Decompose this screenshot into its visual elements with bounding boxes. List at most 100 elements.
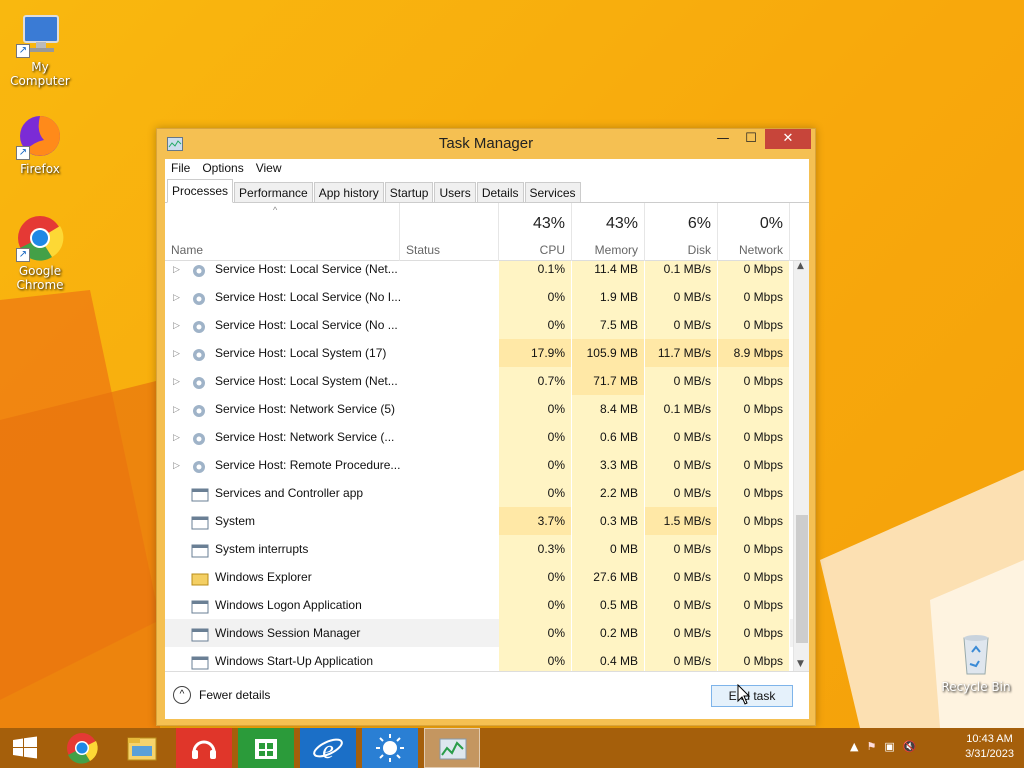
expand-chevron-icon[interactable]: ▷ bbox=[173, 423, 185, 451]
table-row[interactable]: ▷ Service Host: Local Service (No ... 0% 7.… bbox=[165, 311, 793, 339]
column-header-memory[interactable]: 43% Memory bbox=[572, 203, 645, 261]
computer-icon: ↗ bbox=[16, 10, 64, 58]
action-center-flag-icon[interactable]: ⚑ bbox=[866, 740, 876, 753]
table-row[interactable]: ▷ Service Host: Local System (17) 17.9% 105… bbox=[165, 339, 793, 367]
table-row[interactable]: Windows Logon Application 0% 0.5 MB 0 MB/s 0… bbox=[165, 591, 793, 619]
minimize-button[interactable]: — bbox=[713, 129, 733, 149]
menu-view[interactable]: View bbox=[250, 159, 288, 179]
gear-icon bbox=[191, 373, 209, 389]
process-name: Service Host: Network Service (5) bbox=[215, 402, 396, 416]
expand-chevron-icon[interactable]: ▷ bbox=[173, 311, 185, 339]
table-row[interactable]: System interrupts 0.3% 0 MB 0 MB/s 0 Mbps bbox=[165, 535, 793, 563]
table-row[interactable]: ▷ Service Host: Local System (Net... 0.7% 7… bbox=[165, 367, 793, 395]
tab-performance[interactable]: Performance bbox=[234, 182, 313, 202]
process-name: Services and Controller app bbox=[215, 486, 364, 500]
disk-value: 0 MB/s bbox=[645, 535, 718, 563]
table-row[interactable]: System 3.7% 0.3 MB 1.5 MB/s 0 Mbps bbox=[165, 507, 793, 535]
expand-chevron-icon[interactable]: ▷ bbox=[173, 339, 185, 367]
process-name: Service Host: Local System (17) bbox=[215, 346, 387, 360]
process-name: Windows Explorer bbox=[215, 570, 312, 584]
cpu-value: 0% bbox=[499, 423, 572, 451]
process-name: Windows Logon Application bbox=[215, 598, 362, 612]
fewer-details-link[interactable]: ^ Fewer details bbox=[173, 686, 270, 704]
table-row[interactable]: ▷ Service Host: Network Service (... 0% 0.6… bbox=[165, 423, 793, 451]
tab-app-history[interactable]: App history bbox=[313, 182, 384, 202]
show-hidden-icons-chevron-icon[interactable]: ▲ bbox=[850, 740, 858, 753]
taskbar-weather-app[interactable] bbox=[362, 728, 418, 768]
tab-startup[interactable]: Startup bbox=[384, 182, 434, 202]
network-value: 0 Mbps bbox=[718, 647, 790, 671]
network-value: 0 Mbps bbox=[718, 367, 790, 395]
menu-options[interactable]: Options bbox=[196, 159, 249, 179]
column-header-cpu[interactable]: 43% CPU bbox=[499, 203, 572, 261]
expand-chevron-icon[interactable]: ▷ bbox=[173, 395, 185, 423]
column-header-network[interactable]: 0% Network bbox=[718, 203, 790, 261]
gear-icon bbox=[191, 401, 209, 417]
cpu-value: 0% bbox=[499, 451, 572, 479]
close-button[interactable]: ✕ bbox=[765, 129, 811, 149]
desktop-icon-google-chrome[interactable]: ↗ Google Chrome bbox=[0, 214, 80, 292]
taskbar-store[interactable] bbox=[238, 728, 294, 768]
table-row[interactable]: ▷ Service Host: Local Service (Net... 0.1%… bbox=[165, 261, 793, 283]
table-row[interactable]: Windows Explorer 0% 27.6 MB 0 MB/s 0 Mbps bbox=[165, 563, 793, 591]
weather-app-icon bbox=[376, 734, 404, 762]
start-button[interactable] bbox=[0, 728, 50, 768]
tab-details[interactable]: Details bbox=[476, 182, 524, 202]
title-bar[interactable]: Task Manager — ☐ ✕ bbox=[157, 129, 815, 159]
expand-chevron-icon[interactable]: ▷ bbox=[173, 451, 185, 479]
taskbar-internet-explorer[interactable]: e bbox=[300, 728, 356, 768]
cpu-value: 0% bbox=[499, 479, 572, 507]
maximize-button[interactable]: ☐ bbox=[741, 129, 761, 149]
table-row[interactable]: Windows Start-Up Application 0% 0.4 MB 0 MB… bbox=[165, 647, 793, 671]
memory-value: 0 MB bbox=[572, 535, 645, 563]
taskbar-task-manager[interactable] bbox=[424, 728, 480, 768]
network-icon[interactable]: ▣ bbox=[884, 740, 894, 753]
gear-icon bbox=[191, 317, 209, 333]
table-row[interactable]: ▷ Service Host: Network Service (5) 0% 8.4 … bbox=[165, 395, 793, 423]
disk-value: 11.7 MB/s bbox=[645, 339, 718, 367]
taskbar-headphones-app[interactable] bbox=[176, 728, 232, 768]
expand-chevron-icon[interactable]: ▷ bbox=[173, 367, 185, 395]
cpu-value: 0% bbox=[499, 619, 572, 647]
scroll-down-icon[interactable]: ▼ bbox=[797, 659, 804, 669]
volume-muted-icon[interactable]: 🔇 bbox=[903, 740, 917, 753]
cpu-value: 0% bbox=[499, 591, 572, 619]
app-window-icon bbox=[191, 541, 209, 558]
scroll-up-icon[interactable]: ▲ bbox=[797, 261, 804, 271]
cpu-value: 0% bbox=[499, 395, 572, 423]
clock[interactable]: 10:43 AM 3/31/2023 bbox=[965, 732, 1014, 762]
table-row[interactable]: ▷ Service Host: Remote Procedure... 0% 3.3 … bbox=[165, 451, 793, 479]
scrollbar-thumb[interactable] bbox=[796, 515, 808, 643]
column-header-disk[interactable]: 6% Disk bbox=[645, 203, 718, 261]
taskbar-chrome[interactable] bbox=[54, 728, 110, 768]
taskbar-file-explorer[interactable] bbox=[114, 728, 170, 768]
app-window-icon bbox=[191, 625, 209, 642]
tab-processes[interactable]: Processes bbox=[167, 179, 234, 203]
desktop-icon-recycle-bin[interactable]: Recycle Bin bbox=[936, 630, 1016, 694]
disk-value: 0.1 MB/s bbox=[645, 261, 718, 283]
end-task-button[interactable]: End task bbox=[711, 685, 793, 707]
tab-users[interactable]: Users bbox=[434, 182, 476, 202]
gear-icon bbox=[191, 289, 209, 305]
memory-value: 11.4 MB bbox=[572, 261, 645, 283]
shortcut-arrow-icon: ↗ bbox=[16, 248, 30, 262]
column-header-status[interactable]: Status bbox=[399, 203, 499, 261]
expand-chevron-icon[interactable]: ▷ bbox=[173, 261, 185, 283]
desktop-icon-my-computer[interactable]: ↗ My Computer bbox=[0, 10, 80, 88]
system-tray: ▲ ⚑ ▣ 🔇 bbox=[850, 740, 916, 753]
cpu-value: 0% bbox=[499, 563, 572, 591]
table-row[interactable]: ▷ Service Host: Local Service (No I... 0% 1… bbox=[165, 283, 793, 311]
menu-file[interactable]: File bbox=[165, 159, 196, 179]
expand-chevron-icon[interactable]: ▷ bbox=[173, 283, 185, 311]
desktop-icon-firefox[interactable]: ↗ Firefox bbox=[0, 112, 80, 176]
cpu-value: 0.3% bbox=[499, 535, 572, 563]
memory-value: 2.2 MB bbox=[572, 479, 645, 507]
memory-value: 1.9 MB bbox=[572, 283, 645, 311]
memory-value: 8.4 MB bbox=[572, 395, 645, 423]
tab-services[interactable]: Services bbox=[524, 182, 581, 202]
table-row[interactable]: Windows Session Manager 0% 0.2 MB 0 MB/s 0 M… bbox=[165, 619, 793, 647]
column-header-name[interactable]: ^ Name bbox=[165, 203, 399, 261]
vertical-scrollbar[interactable]: ▲ ▼ bbox=[793, 261, 809, 671]
table-row[interactable]: Services and Controller app 0% 2.2 MB 0 MB/… bbox=[165, 479, 793, 507]
disk-value: 0 MB/s bbox=[645, 451, 718, 479]
